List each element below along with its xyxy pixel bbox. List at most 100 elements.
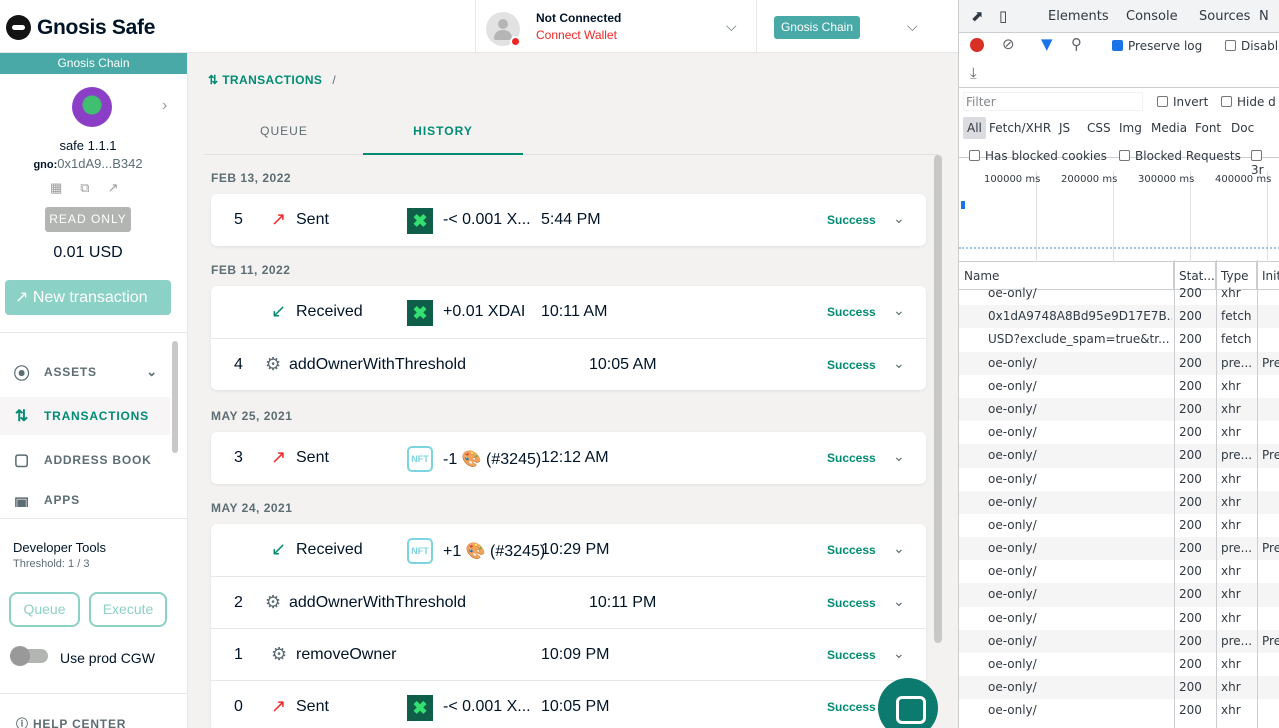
help-center-link[interactable]: ⓘ HELP CENTER xyxy=(16,715,126,728)
filter-input[interactable]: Filter xyxy=(963,92,1143,111)
request-row[interactable]: oe-only/200 xhr xyxy=(959,375,1279,398)
chevron-down-icon[interactable]: ⌵ xyxy=(726,18,737,35)
request-row[interactable]: oe-only/200 pre... Pre xyxy=(959,351,1279,375)
type-filter-4[interactable]: Img xyxy=(1115,117,1146,139)
request-type: xhr xyxy=(1221,680,1241,695)
type-filter-2[interactable]: JS xyxy=(1055,117,1074,139)
arrows-updown-icon: ⇅ xyxy=(208,73,219,87)
request-row[interactable]: oe-only/200 xhr xyxy=(959,653,1279,676)
copy-icon[interactable]: ⧉ xyxy=(80,180,89,196)
record-icon[interactable] xyxy=(970,38,984,52)
request-initiator: Pre xyxy=(1262,355,1279,370)
arrow-up-right-icon: ↗ xyxy=(15,289,29,306)
queue-button[interactable]: Queue xyxy=(9,592,80,627)
request-row[interactable]: oe-only/200 xhr xyxy=(959,699,1279,722)
request-row[interactable]: oe-only/200 xhr xyxy=(959,421,1279,444)
address-actions: ▦ ⧉ ↗ xyxy=(50,180,119,196)
app-logo[interactable]: Gnosis Safe xyxy=(6,15,155,40)
breadcrumb-label[interactable]: TRANSACTIONS xyxy=(222,73,322,87)
chevron-down-icon[interactable]: ⌵ xyxy=(907,18,918,35)
chevron-down-icon[interactable]: ⌄ xyxy=(893,593,905,610)
chevron-down-icon[interactable]: ⌄ xyxy=(893,645,905,662)
request-row[interactable]: oe-only/200 xhr xyxy=(959,560,1279,583)
wallet-connection[interactable]: Not Connected Connect Wallet ⌵ xyxy=(475,0,757,53)
tx-row[interactable]: 4 ⚙ addOwnerWithThreshold 10:05 AM Success ⌄ xyxy=(211,338,926,390)
request-row[interactable]: oe-only/200 pre... Pre xyxy=(959,629,1279,653)
filter-icon[interactable]: ▼ xyxy=(1041,35,1053,53)
connection-status: Not Connected xyxy=(536,11,622,25)
type-filter-0[interactable]: All xyxy=(963,117,986,139)
nav-transactions[interactable]: ⇅ TRANSACTIONS xyxy=(0,397,170,435)
tx-row[interactable]: ↙ Received ✖ +0.01 XDAI 10:11 AM Success ⌄ xyxy=(211,286,926,338)
request-row[interactable]: oe-only/200 xhr xyxy=(959,282,1279,305)
gnosis-logo-icon xyxy=(6,15,31,40)
timeline-tick: 100000 ms xyxy=(984,174,1041,185)
tx-row[interactable]: 1 ⚙ removeOwner 10:09 PM Success ⌄ xyxy=(211,628,926,680)
chevron-down-icon[interactable]: ⌄ xyxy=(893,448,905,465)
type-filter-5[interactable]: Media xyxy=(1147,117,1191,139)
request-row[interactable]: oe-only/200 xhr xyxy=(959,397,1279,422)
main-scrollbar[interactable] xyxy=(934,155,942,643)
execute-button[interactable]: Execute xyxy=(89,592,167,627)
download-icon[interactable]: ⤓ xyxy=(970,64,977,82)
tab-network[interactable]: N xyxy=(1259,9,1269,24)
request-row[interactable]: 0x1dA9748A8Bd95e9D17E7B... 200 fetch xyxy=(959,305,1279,329)
type-filter-6[interactable]: Font xyxy=(1191,117,1225,139)
request-row[interactable]: oe-only/200 xhr xyxy=(959,676,1279,700)
tx-group-card: ↙ Received NFT +1 🎨 (#3245) 10:29 PM Success ⌄… xyxy=(211,524,926,728)
request-row[interactable]: oe-only/200 xhr xyxy=(959,514,1279,537)
tx-row[interactable]: 5 ↗ Sent ✖ -< 0.001 X... 5:44 PM Success ⌄ xyxy=(211,194,926,246)
tab-elements[interactable]: Elements xyxy=(1048,9,1109,24)
tx-row[interactable]: 2 ⚙ addOwnerWithThreshold 10:11 PM Success ⌄ xyxy=(211,576,926,628)
tx-group-card: ↙ Received ✖ +0.01 XDAI 10:11 AM Success ⌄ 4 ⚙ ad… xyxy=(211,286,926,390)
sidebar-scrollbar[interactable] xyxy=(172,341,178,453)
nav-apps[interactable]: ▣ APPS xyxy=(0,485,170,507)
nav-address-book[interactable]: ▢ ADDRESS BOOK xyxy=(0,441,170,479)
tx-row[interactable]: 0↗Sent✖-< 0.001 X...10:05 PMSuccess⌄ xyxy=(211,680,926,728)
search-icon[interactable]: ⚲ xyxy=(1071,35,1082,53)
tab-sources[interactable]: Sources xyxy=(1199,9,1250,24)
request-row[interactable]: oe-only/200 pre... Pre xyxy=(959,444,1279,468)
chevron-down-icon[interactable]: ⌄ xyxy=(893,540,905,557)
network-selector[interactable]: Gnosis Chain ⌵ xyxy=(757,0,958,53)
connect-wallet-link[interactable]: Connect Wallet xyxy=(536,28,617,42)
chevron-down-icon[interactable]: ⌄ xyxy=(893,210,905,227)
chevron-down-icon[interactable]: ⌄ xyxy=(893,355,905,372)
tab-console[interactable]: Console xyxy=(1126,9,1178,24)
status-dot-icon xyxy=(510,36,521,47)
prod-cgw-toggle[interactable] xyxy=(10,646,48,666)
hide-data-checkbox[interactable]: Hide d xyxy=(1221,95,1276,109)
request-initiator: Pre xyxy=(1262,448,1279,463)
tx-row[interactable]: 3 ↗ Sent NFT -1 🎨 (#3245) 12:12 AM Success ⌄ xyxy=(211,432,926,484)
request-row[interactable]: oe-only/200 pre... Pre xyxy=(959,537,1279,561)
type-filter-3[interactable]: CSS xyxy=(1083,117,1115,139)
qr-code-icon[interactable]: ▦ xyxy=(50,180,62,196)
chevron-right-icon[interactable]: › xyxy=(162,97,167,115)
type-filter-1[interactable]: Fetch/XHR xyxy=(985,117,1055,139)
request-row[interactable]: oe-only/200 xhr xyxy=(959,490,1279,514)
type-filter-7[interactable]: Doc xyxy=(1227,117,1258,139)
tab-queue[interactable]: QUEUE xyxy=(204,111,364,155)
request-row[interactable]: oe-only/200 xhr xyxy=(959,583,1279,607)
blocked-cookies-checkbox[interactable]: Has blocked cookies xyxy=(969,149,1107,163)
clear-icon[interactable]: ⊘ xyxy=(1002,35,1015,53)
tx-row[interactable]: ↙ Received NFT +1 🎨 (#3245) 10:29 PM Success ⌄ xyxy=(211,524,926,576)
chevron-down-icon[interactable]: ⌄ xyxy=(146,364,158,380)
external-link-icon[interactable]: ↗ xyxy=(108,180,119,196)
new-transaction-button[interactable]: ↗ New transaction xyxy=(5,280,171,315)
device-toolbar-icon[interactable]: ▯ xyxy=(999,7,1007,25)
blocked-requests-checkbox[interactable]: Blocked Requests xyxy=(1119,149,1241,163)
request-row[interactable]: oe-only/200 xhr xyxy=(959,468,1279,491)
request-name: oe-only/ xyxy=(988,401,1037,416)
nav-assets[interactable]: ⦿ ASSETS ⌄ xyxy=(0,353,170,391)
chat-support-icon[interactable] xyxy=(878,678,938,728)
chevron-down-icon[interactable]: ⌄ xyxy=(893,302,905,319)
tab-history[interactable]: HISTORY xyxy=(363,111,523,155)
network-timeline[interactable]: 100000 ms 200000 ms 300000 ms 400000 ms xyxy=(959,171,1279,262)
preserve-log-checkbox[interactable]: Preserve log xyxy=(1112,39,1202,53)
disable-cache-checkbox[interactable]: Disabl xyxy=(1225,39,1278,53)
request-row[interactable]: USD?exclude_spam=true&tr... 200 fetch xyxy=(959,328,1279,351)
inspect-icon[interactable]: ⬈ xyxy=(971,7,984,25)
invert-checkbox[interactable]: Invert xyxy=(1157,95,1208,109)
request-row[interactable]: oe-only/200 xhr xyxy=(959,607,1279,630)
